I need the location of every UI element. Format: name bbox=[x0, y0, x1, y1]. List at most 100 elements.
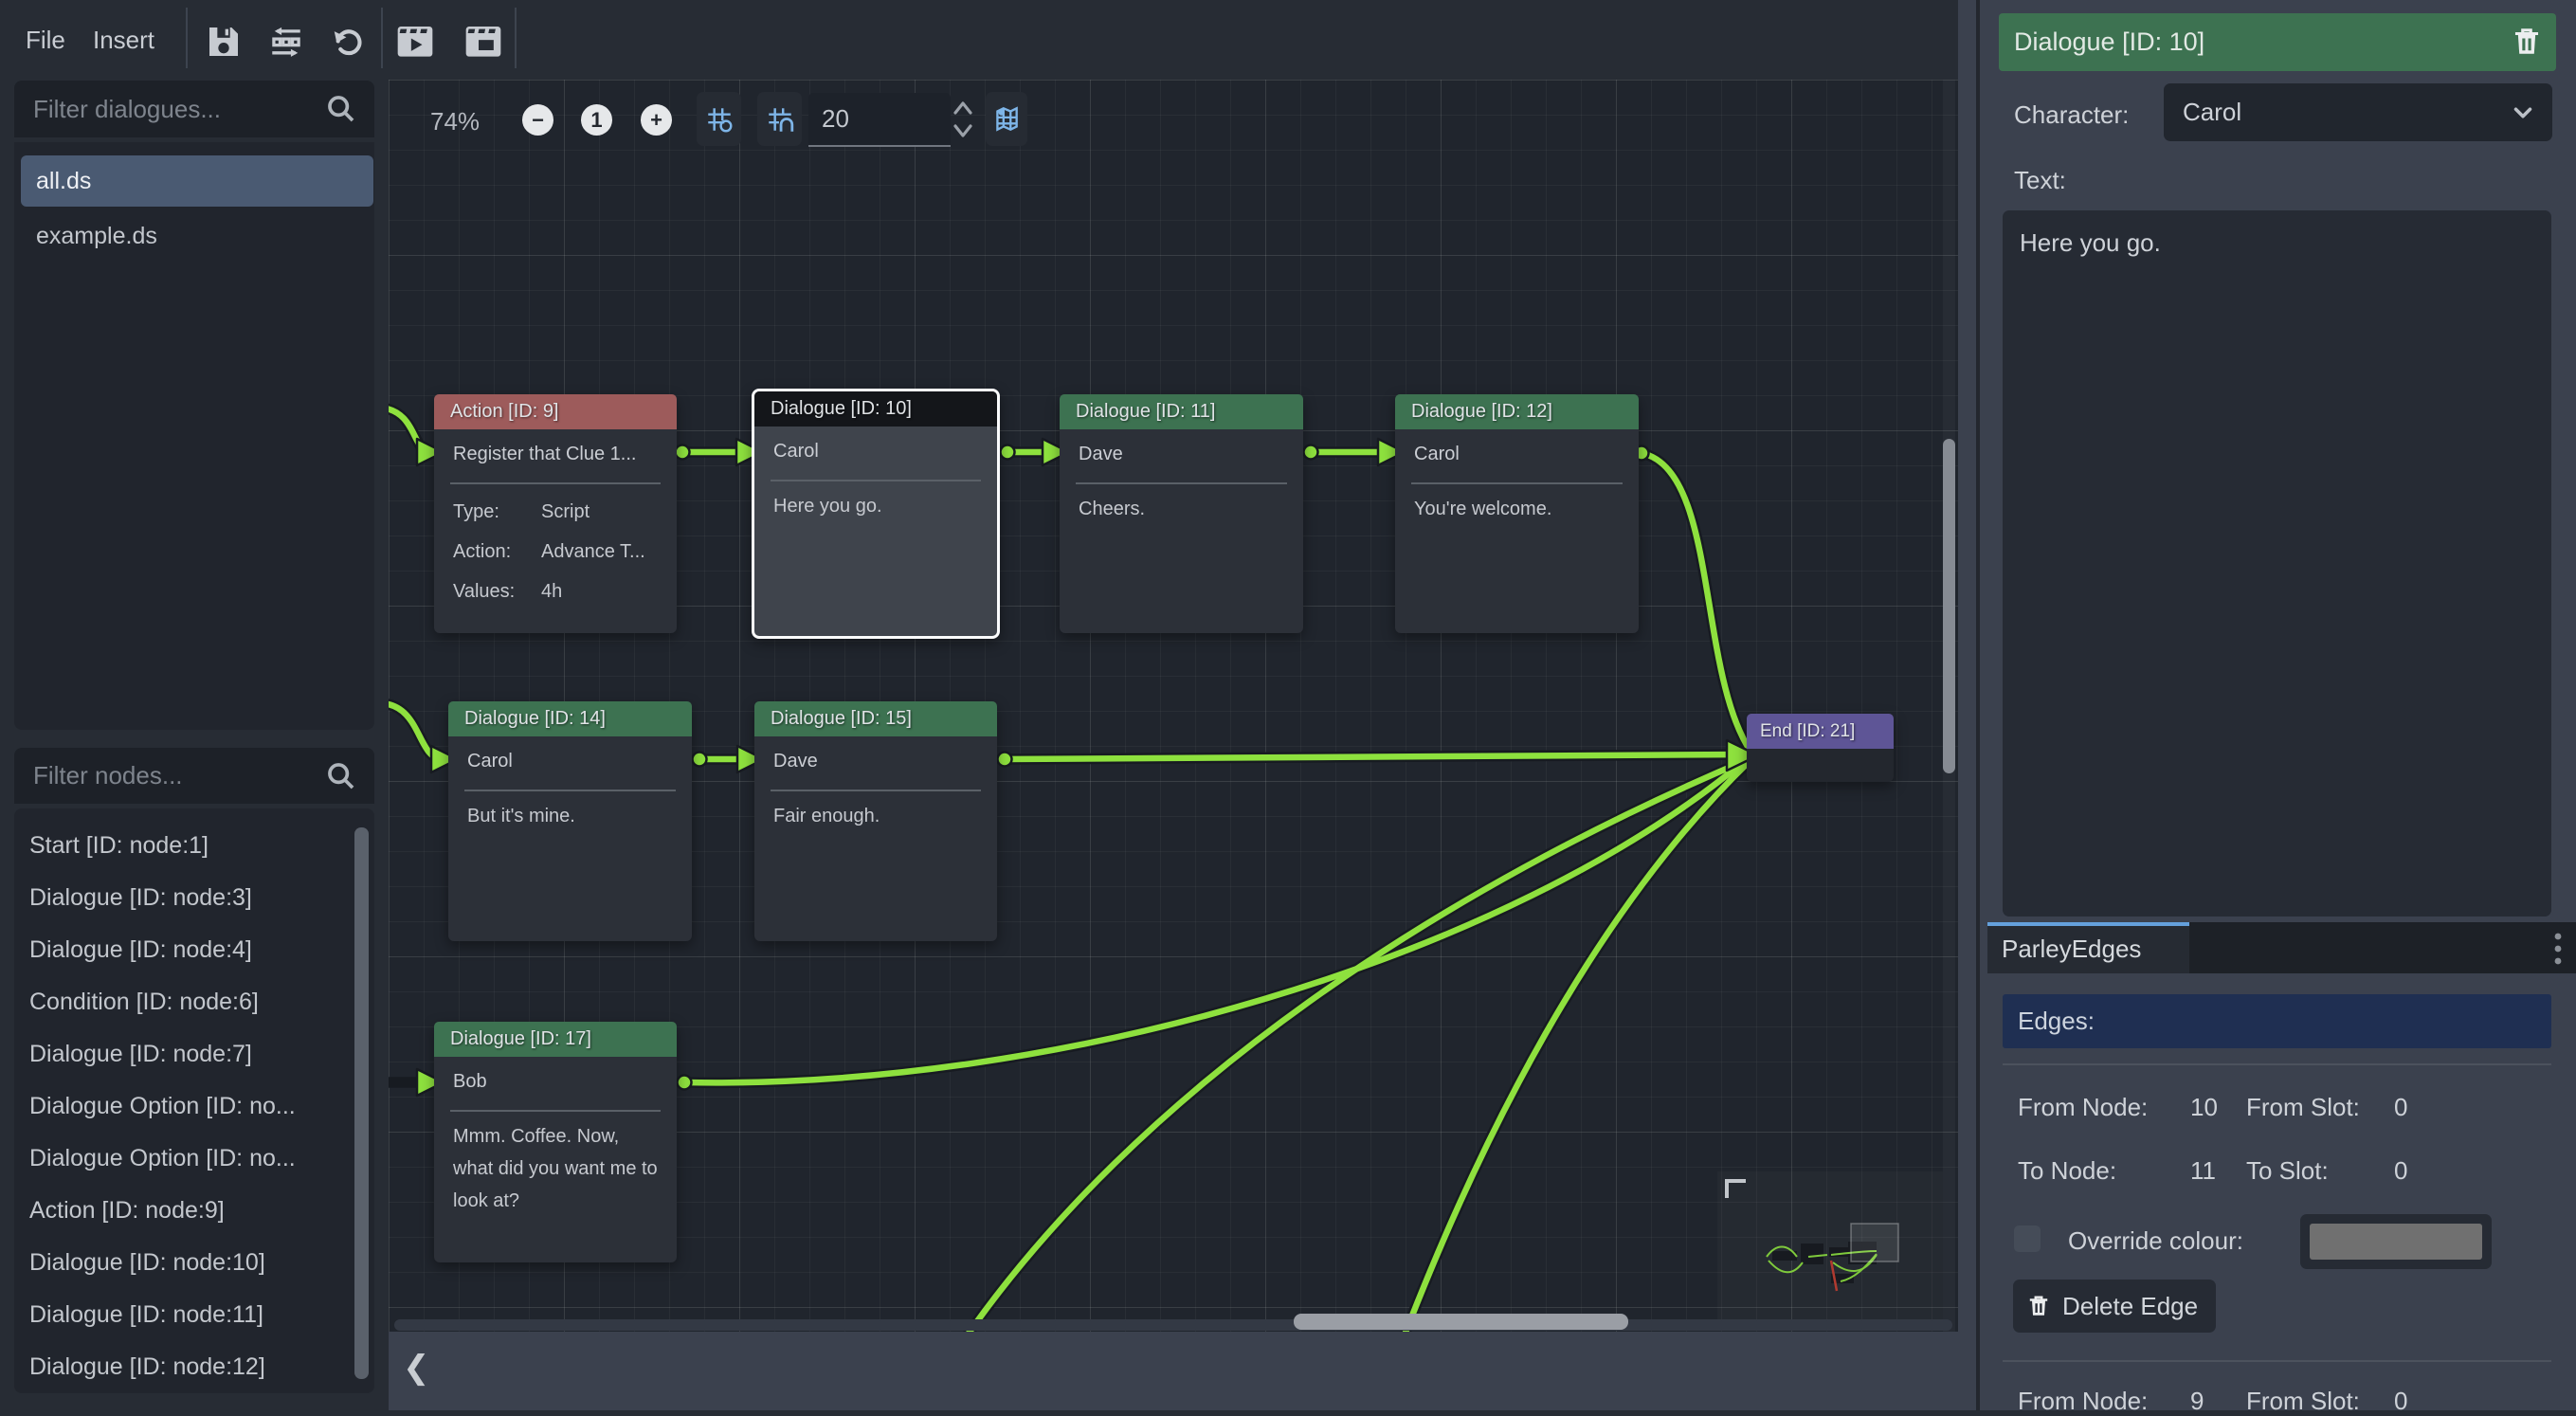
menu-file[interactable]: File bbox=[26, 0, 65, 80]
snap-connections-toggle[interactable] bbox=[757, 92, 802, 146]
menubar-divider bbox=[186, 8, 188, 68]
node-title[interactable]: Dialogue [ID: 14] bbox=[448, 701, 692, 736]
menu-insert[interactable]: Insert bbox=[93, 0, 154, 80]
node-title[interactable]: Dialogue [ID: 15] bbox=[754, 701, 997, 736]
to-slot-value: 0 bbox=[2394, 1155, 2407, 1186]
minimap-viewport[interactable] bbox=[1851, 1224, 1898, 1262]
zoom-reset-button[interactable]: 1 bbox=[581, 104, 612, 136]
node-text: Mmm. Coffee. Now, what did you want me t… bbox=[434, 1112, 677, 1217]
test-scene-icon[interactable] bbox=[464, 23, 502, 61]
canvas-hscrollbar-thumb[interactable] bbox=[1294, 1314, 1628, 1330]
tab-label: ParleyEdges bbox=[1987, 926, 2189, 971]
to-slot-label: To Slot: bbox=[2246, 1155, 2394, 1186]
graph-node-action-9[interactable]: Action [ID: 9] Register that Clue 1... T… bbox=[434, 394, 677, 633]
from-slot-value: 0 bbox=[2394, 1386, 2407, 1416]
canvas-hscrollbar-track[interactable] bbox=[394, 1319, 1952, 1331]
edge-to-row: To Node: 11 To Slot: 0 bbox=[2018, 1155, 2551, 1186]
node-list-item[interactable]: Condition [ID: node:6] bbox=[14, 976, 374, 1028]
graph-node-dialogue-17[interactable]: Dialogue [ID: 17] Bob Mmm. Coffee. Now, … bbox=[434, 1022, 677, 1262]
node-list-item[interactable]: Dialogue [ID: node:10] bbox=[14, 1237, 374, 1289]
node-list-scrollbar[interactable] bbox=[354, 827, 369, 1379]
node-title[interactable]: End [ID: 21] bbox=[1747, 714, 1894, 749]
from-slot-label: From Slot: bbox=[2246, 1386, 2394, 1416]
graph-node-end-21[interactable]: End [ID: 21] bbox=[1747, 714, 1894, 782]
minimap[interactable] bbox=[1717, 1171, 1943, 1322]
node-title[interactable]: Action [ID: 9] bbox=[434, 394, 677, 429]
graph-node-dialogue-10[interactable]: Dialogue [ID: 10] Carol Here you go. bbox=[752, 389, 1000, 639]
filter-nodes-input[interactable] bbox=[14, 748, 374, 804]
snap-grid-toggle[interactable] bbox=[697, 92, 741, 146]
separator bbox=[2003, 1063, 2551, 1065]
text-editor[interactable]: Here you go. bbox=[2003, 210, 2551, 917]
from-slot-label: From Slot: bbox=[2246, 1092, 2394, 1122]
from-slot-value: 0 bbox=[2394, 1092, 2407, 1122]
colour-swatch bbox=[2310, 1224, 2482, 1260]
node-title[interactable]: Dialogue [ID: 17] bbox=[434, 1022, 677, 1057]
node-title[interactable]: Dialogue [ID: 10] bbox=[754, 391, 997, 427]
zoom-out-button[interactable]: − bbox=[522, 104, 553, 136]
collapse-sidebar-icon[interactable]: ❮ bbox=[403, 1349, 430, 1387]
grid-magnet-icon bbox=[765, 104, 795, 135]
graph-node-dialogue-14[interactable]: Dialogue [ID: 14] Carol But it's mine. bbox=[448, 701, 692, 941]
node-list-item[interactable]: Dialogue [ID: node:12] bbox=[14, 1341, 374, 1393]
panel-divider[interactable] bbox=[1976, 0, 1980, 1410]
node-list-item[interactable]: Dialogue [ID: node:11] bbox=[14, 1289, 374, 1341]
delete-node-icon[interactable] bbox=[2511, 26, 2543, 58]
node-text: Here you go. bbox=[754, 481, 997, 522]
from-node-label: From Node: bbox=[2018, 1092, 2190, 1122]
character-dropdown[interactable]: Carol bbox=[2164, 83, 2552, 141]
node-list-item[interactable]: Dialogue Option [ID: no... bbox=[14, 1133, 374, 1185]
node-list-item[interactable]: Dialogue Option [ID: no... bbox=[14, 1080, 374, 1133]
node-speaker: Bob bbox=[434, 1057, 677, 1106]
tab-parley-edges[interactable]: ParleyEdges bbox=[1987, 922, 2189, 973]
canvas-vscrollbar-thumb[interactable] bbox=[1943, 439, 1955, 773]
action-values-value: 4h bbox=[541, 572, 562, 611]
node-list-item[interactable]: Dialogue [ID: node:3] bbox=[14, 872, 374, 924]
zoom-in-button[interactable]: + bbox=[641, 104, 672, 136]
node-text: But it's mine. bbox=[448, 791, 692, 832]
file-item[interactable]: example.ds bbox=[21, 210, 373, 262]
node-title[interactable]: Dialogue [ID: 12] bbox=[1395, 394, 1639, 429]
graph-node-dialogue-15[interactable]: Dialogue [ID: 15] Dave Fair enough. bbox=[754, 701, 997, 941]
colour-picker[interactable] bbox=[2300, 1214, 2492, 1269]
override-colour-checkbox[interactable] bbox=[2014, 1225, 2041, 1252]
reimport-icon[interactable] bbox=[267, 27, 305, 64]
filter-dialogues-input[interactable] bbox=[14, 81, 374, 137]
graph-node-dialogue-11[interactable]: Dialogue [ID: 11] Dave Cheers. bbox=[1060, 394, 1303, 633]
graph-node-dialogue-12[interactable]: Dialogue [ID: 12] Carol You're welcome. bbox=[1395, 394, 1639, 633]
node-speaker: Dave bbox=[754, 736, 997, 786]
from-node-value: 9 bbox=[2190, 1386, 2246, 1416]
text-label: Text: bbox=[2014, 166, 2066, 195]
dock-menu-icon[interactable] bbox=[2551, 932, 2565, 966]
node-action-label: Register that Clue 1... bbox=[434, 429, 677, 479]
play-dialogue-icon[interactable] bbox=[396, 23, 434, 61]
menubar-divider bbox=[515, 8, 517, 68]
node-title[interactable]: Dialogue [ID: 11] bbox=[1060, 394, 1303, 429]
spin-up-icon bbox=[955, 103, 971, 113]
snap-distance-input[interactable] bbox=[808, 93, 951, 147]
node-list-item[interactable]: Dialogue [ID: node:7] bbox=[14, 1028, 374, 1080]
minimap-resizer-icon bbox=[1727, 1181, 1746, 1198]
node-list-item[interactable]: Start [ID: node:1] bbox=[14, 820, 374, 872]
search-icon bbox=[325, 760, 357, 792]
graph-canvas[interactable]: 74% − 1 + Action [ID: 9] Register that C… bbox=[389, 80, 1958, 1332]
snap-distance-spinner[interactable] bbox=[952, 97, 974, 142]
override-colour-label: Override colour: bbox=[2068, 1226, 2243, 1256]
node-list-item[interactable]: Dialogue [ID: node:4] bbox=[14, 924, 374, 976]
save-icon[interactable] bbox=[205, 23, 243, 61]
character-label: Character: bbox=[2014, 100, 2129, 130]
trash-icon bbox=[2026, 1294, 2051, 1318]
spin-down-icon bbox=[955, 126, 971, 136]
node-speaker: Carol bbox=[754, 427, 997, 476]
bottom-strip: ❮ bbox=[389, 1332, 1958, 1410]
grid-snap-icon bbox=[704, 104, 735, 135]
file-item-selected[interactable]: all.ds bbox=[21, 155, 373, 207]
delete-edge-button[interactable]: Delete Edge bbox=[2013, 1280, 2216, 1333]
minimap-toggle[interactable] bbox=[986, 92, 1027, 146]
undo-icon[interactable] bbox=[330, 25, 368, 63]
menubar: File Insert bbox=[0, 0, 1987, 80]
edges-section-header: Edges: bbox=[2003, 994, 2551, 1048]
edge-from-row: From Node: 9 From Slot: 0 bbox=[2018, 1386, 2551, 1416]
node-list-item[interactable]: Action [ID: node:9] bbox=[14, 1185, 374, 1237]
dialogue-file-list: all.ds example.ds bbox=[14, 142, 374, 730]
